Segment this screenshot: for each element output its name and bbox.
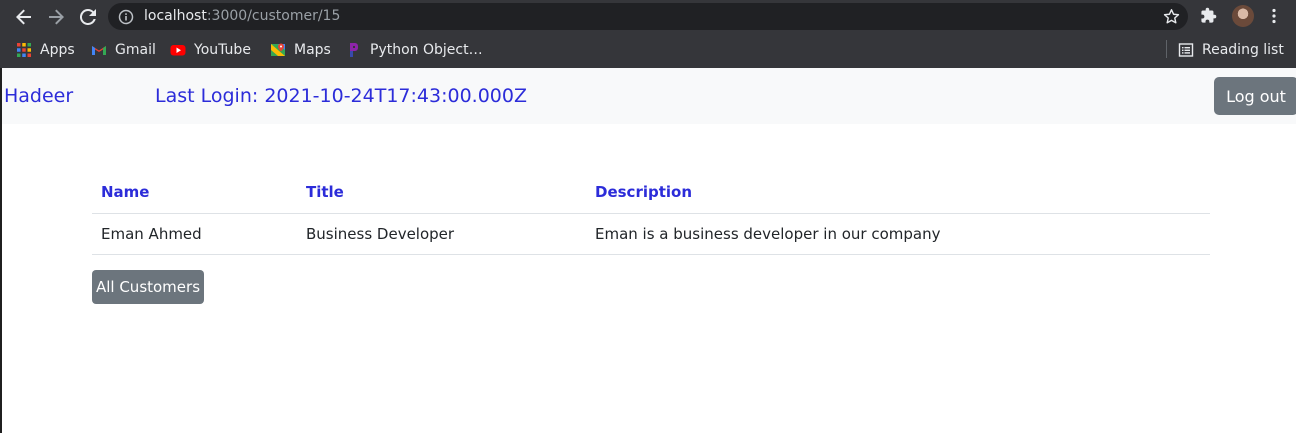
reading-list-icon xyxy=(1178,43,1194,57)
cell-name: Eman Ahmed xyxy=(92,213,297,255)
menu-dots-icon[interactable] xyxy=(1266,8,1282,24)
navbar: Hadeer Last Login: 2021-10-24T17:43:00.0… xyxy=(2,68,1296,124)
bookmarks-divider xyxy=(1166,40,1167,58)
column-header-title: Title xyxy=(297,171,586,214)
last-login-text: Last Login: 2021-10-24T17:43:00.000Z xyxy=(155,85,527,107)
page-content: Hadeer Last Login: 2021-10-24T17:43:00.0… xyxy=(0,68,1296,433)
back-arrow-icon xyxy=(16,9,31,25)
all-customers-button[interactable]: All Customers xyxy=(92,270,204,304)
youtube-icon xyxy=(170,45,186,56)
reload-button[interactable] xyxy=(75,4,101,30)
customer-table: Name Title Description Eman Ahmed Busine… xyxy=(92,171,1210,255)
table-header-row: Name Title Description xyxy=(92,171,1210,214)
bookmark-maps[interactable]: Maps xyxy=(270,40,331,60)
info-icon[interactable] xyxy=(118,9,134,25)
bookmark-apps[interactable]: Apps xyxy=(16,40,75,60)
cell-description: Eman is a business developer in our comp… xyxy=(586,213,1210,255)
reading-list[interactable]: Reading list xyxy=(1178,40,1284,60)
python-bookmark-icon xyxy=(350,43,358,57)
bookmarks-bar: Apps Gmail YouTube Maps Python Object… R… xyxy=(0,33,1296,67)
back-button[interactable] xyxy=(11,4,37,30)
browser-toolbar: localhost:3000/customer/15 xyxy=(0,0,1296,33)
reload-icon xyxy=(80,9,96,25)
cell-title: Business Developer xyxy=(297,213,586,255)
bookmark-label: Python Object… xyxy=(370,42,483,58)
url-host: localhost xyxy=(144,8,207,24)
address-bar[interactable]: localhost:3000/customer/15 xyxy=(108,3,1188,30)
reading-list-label: Reading list xyxy=(1202,42,1284,58)
apps-grid-icon xyxy=(17,43,31,57)
table-row: Eman Ahmed Business Developer Eman is a … xyxy=(92,213,1210,255)
browser-chrome: localhost:3000/customer/15 Apps Gmail Yo… xyxy=(0,0,1296,68)
logout-button[interactable]: Log out xyxy=(1214,77,1296,115)
url-text: localhost:3000/customer/15 xyxy=(144,8,340,24)
forward-arrow-icon xyxy=(49,9,64,25)
url-path: :3000/customer/15 xyxy=(206,8,341,24)
brand-link[interactable]: Hadeer xyxy=(4,85,73,107)
bookmark-python-object[interactable]: Python Object… xyxy=(346,40,483,60)
bookmark-label: Gmail xyxy=(115,42,156,58)
extensions-puzzle-icon[interactable] xyxy=(1200,7,1217,24)
forward-button[interactable] xyxy=(43,4,69,30)
profile-avatar[interactable] xyxy=(1232,5,1254,27)
column-header-name: Name xyxy=(92,171,297,214)
bookmark-label: YouTube xyxy=(194,42,251,58)
bookmark-youtube[interactable]: YouTube xyxy=(170,40,251,60)
bookmark-gmail[interactable]: Gmail xyxy=(91,40,156,60)
bookmark-star-icon[interactable] xyxy=(1163,8,1180,25)
bookmark-label: Apps xyxy=(40,42,75,58)
gmail-icon xyxy=(92,46,106,55)
column-header-description: Description xyxy=(586,171,1210,214)
bookmark-label: Maps xyxy=(294,42,331,58)
maps-icon xyxy=(271,43,285,56)
